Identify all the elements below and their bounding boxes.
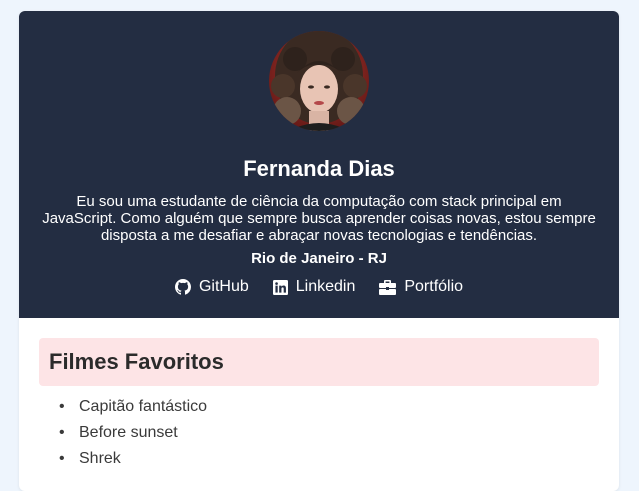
social-links: GitHub Linkedin Portfólio — [19, 277, 619, 297]
profile-name: Fernanda Dias — [243, 156, 395, 181]
linkedin-label: Linkedin — [295, 278, 356, 295]
portfolio-link[interactable]: Portfólio — [379, 277, 463, 297]
linkedin-icon — [272, 279, 288, 295]
profile-location: Rio de Janeiro - RJ — [251, 250, 387, 267]
section-title: Filmes Favoritos — [39, 338, 599, 386]
portfolio-label: Portfólio — [404, 278, 464, 295]
profile-bio: Eu sou uma estudante de ciência da compu… — [42, 193, 596, 244]
list-item: Capitão fantástico — [59, 394, 207, 420]
linkedin-link[interactable]: Linkedin — [272, 277, 356, 297]
profile-header: Fernanda Dias Eu sou uma estudante de ci… — [19, 11, 619, 318]
github-icon — [174, 279, 191, 295]
github-label: GitHub — [198, 278, 249, 295]
github-link[interactable]: GitHub — [174, 277, 249, 297]
list-item: Before sunset — [59, 420, 207, 446]
briefcase-icon — [379, 279, 397, 295]
list-item: Shrek — [59, 446, 207, 472]
profile-card: Fernanda Dias Eu sou uma estudante de ci… — [19, 11, 619, 491]
profile-photo-icon — [269, 31, 369, 131]
avatar — [269, 31, 369, 131]
favorite-movies-list: Capitão fantástico Before sunset Shrek — [59, 394, 207, 472]
